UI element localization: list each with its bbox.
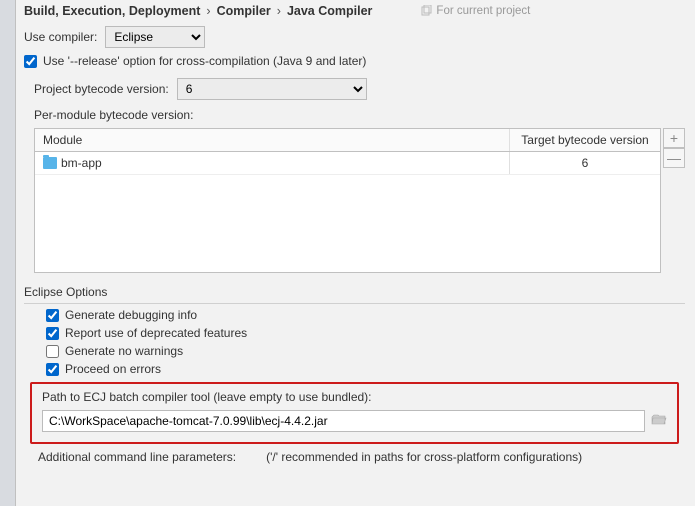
release-option-label: Use '--release' option for cross-compila… (43, 54, 366, 68)
chevron-right-icon: › (206, 4, 210, 18)
add-row-button[interactable]: + (663, 128, 685, 148)
col-header-module[interactable]: Module (35, 129, 510, 151)
crumb-compiler[interactable]: Compiler (217, 4, 271, 18)
module-target: 6 (510, 152, 660, 174)
col-header-target[interactable]: Target bytecode version (510, 129, 660, 151)
proceed-errors-label: Proceed on errors (65, 362, 161, 376)
breadcrumb: Build, Execution, Deployment › Compiler … (24, 4, 372, 18)
for-project-label: For current project (436, 5, 530, 17)
debug-info-checkbox[interactable] (46, 309, 59, 322)
folder-open-icon[interactable] (651, 413, 667, 429)
no-warnings-checkbox[interactable] (46, 345, 59, 358)
bytecode-version-select[interactable]: 6 (177, 78, 367, 100)
divider (24, 303, 685, 304)
crumb-java-compiler: Java Compiler (287, 4, 372, 18)
bytecode-version-label: Project bytecode version: (34, 82, 169, 96)
per-module-label: Per-module bytecode version: (34, 108, 193, 122)
chevron-right-icon: › (277, 4, 281, 18)
deprecated-label: Report use of deprecated features (65, 326, 247, 340)
copy-icon (420, 5, 432, 17)
module-icon (43, 157, 57, 169)
eclipse-options-title: Eclipse Options (24, 285, 685, 299)
per-module-table: Module Target bytecode version bm-app 6 (34, 128, 661, 273)
for-current-project: For current project (420, 5, 530, 17)
no-warnings-label: Generate no warnings (65, 344, 183, 358)
proceed-errors-checkbox[interactable] (46, 363, 59, 376)
module-name: bm-app (61, 156, 102, 170)
ecj-path-group: Path to ECJ batch compiler tool (leave e… (30, 382, 679, 444)
debug-info-label: Generate debugging info (65, 308, 197, 322)
table-row[interactable]: bm-app 6 (35, 152, 660, 175)
panel-gutter (0, 0, 16, 506)
ecj-path-input[interactable] (42, 410, 645, 432)
ecj-path-label: Path to ECJ batch compiler tool (leave e… (42, 390, 667, 404)
additional-params-label: Additional command line parameters: (38, 450, 236, 464)
use-compiler-label: Use compiler: (24, 30, 97, 44)
deprecated-checkbox[interactable] (46, 327, 59, 340)
use-compiler-select[interactable]: Eclipse (105, 26, 205, 48)
release-option-checkbox[interactable] (24, 55, 37, 68)
remove-row-button[interactable]: — (663, 148, 685, 168)
crumb-build[interactable]: Build, Execution, Deployment (24, 4, 200, 18)
additional-params-hint: ('/' recommended in paths for cross-plat… (266, 450, 582, 464)
